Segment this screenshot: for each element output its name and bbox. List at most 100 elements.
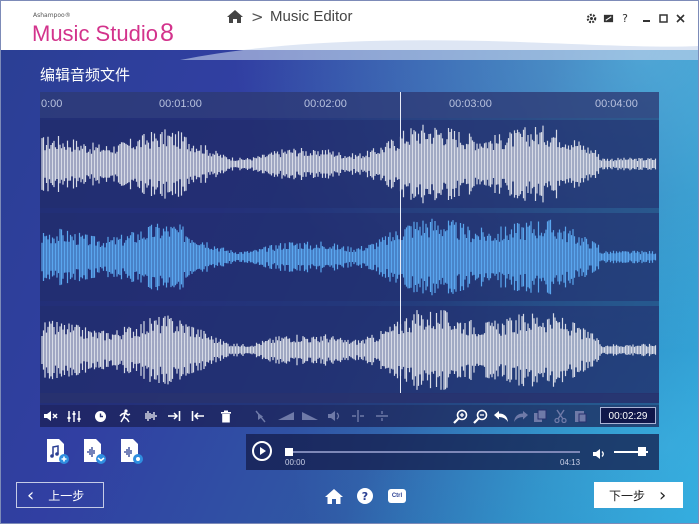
back-button-label: 上一步 bbox=[48, 488, 85, 503]
redo-button[interactable] bbox=[512, 405, 530, 427]
waveform-path bbox=[41, 124, 657, 204]
help-icon: ? bbox=[357, 488, 373, 504]
minimize-icon bbox=[642, 19, 650, 22]
app-logo: Music Studio8 bbox=[32, 19, 174, 48]
horizontal-scrollbar[interactable] bbox=[40, 393, 659, 403]
waveform-right-channel bbox=[41, 310, 657, 390]
fade-in-button[interactable] bbox=[276, 405, 296, 427]
home-icon bbox=[227, 10, 243, 23]
undo-icon bbox=[494, 410, 508, 422]
fade-out-icon bbox=[302, 412, 318, 420]
play-icon bbox=[260, 447, 266, 455]
zoom-in-button[interactable] bbox=[452, 405, 468, 427]
help-button[interactable]: ? bbox=[618, 11, 632, 25]
back-button[interactable]: ‹ 上一步 bbox=[16, 482, 104, 508]
timeline-tick-label: 0:00 bbox=[41, 98, 63, 110]
settings-button[interactable] bbox=[584, 11, 598, 25]
brand-company: Ashampoo® bbox=[33, 12, 71, 19]
cut-end-icon bbox=[168, 411, 181, 421]
timeline-ruler[interactable] bbox=[40, 92, 659, 118]
waveform-path bbox=[41, 310, 657, 390]
merge-file-icon bbox=[84, 439, 106, 464]
playback-progress-track[interactable] bbox=[285, 451, 580, 453]
cut-start-button[interactable] bbox=[190, 405, 206, 427]
volume-toggle[interactable] bbox=[592, 445, 607, 464]
keyboard-shortcuts-button[interactable]: Ctrl bbox=[387, 486, 407, 506]
timeline-tick-label: 00:03:00 bbox=[449, 98, 492, 110]
split-button[interactable] bbox=[350, 405, 366, 427]
playhead[interactable] bbox=[400, 92, 401, 393]
tempo-button[interactable] bbox=[116, 405, 132, 427]
maximize-icon bbox=[658, 13, 668, 23]
zoom-out-button[interactable] bbox=[472, 405, 488, 427]
copy-button[interactable] bbox=[532, 405, 548, 427]
redo-icon bbox=[514, 410, 528, 422]
split-icon bbox=[352, 410, 364, 422]
mute-dim-icon bbox=[254, 410, 266, 422]
export-file-icon bbox=[121, 439, 143, 464]
paste-icon bbox=[574, 411, 586, 423]
breadcrumb-home-button[interactable] bbox=[226, 9, 244, 28]
volume-slider-handle[interactable] bbox=[638, 447, 646, 456]
cut-icon bbox=[553, 409, 567, 423]
run-icon bbox=[118, 409, 130, 423]
chevron-left-icon: ‹ bbox=[27, 484, 35, 506]
play-button[interactable] bbox=[252, 441, 272, 461]
add-file-icon bbox=[47, 439, 69, 464]
equalizer-button[interactable] bbox=[66, 405, 82, 427]
waveform-left-channel bbox=[41, 124, 657, 204]
breadcrumb-title: Music Editor bbox=[270, 8, 353, 25]
volume-dim-icon bbox=[328, 411, 340, 421]
speaker-icon bbox=[593, 449, 604, 459]
waveform-path bbox=[41, 218, 657, 296]
mute-button[interactable] bbox=[42, 405, 60, 427]
minimize-button[interactable] bbox=[639, 11, 653, 25]
close-icon bbox=[675, 13, 685, 23]
undo-button[interactable] bbox=[492, 405, 510, 427]
delete-button[interactable] bbox=[218, 405, 234, 427]
fade-out-button[interactable] bbox=[300, 405, 320, 427]
ctrl-key-icon: Ctrl bbox=[388, 489, 406, 503]
cut-start-icon bbox=[191, 411, 204, 421]
noise-button[interactable] bbox=[142, 405, 158, 427]
join-button[interactable] bbox=[374, 405, 390, 427]
page-title: 编辑音频文件 bbox=[40, 66, 131, 84]
merge-file-button[interactable] bbox=[82, 438, 108, 466]
zoom-out-icon bbox=[472, 409, 487, 424]
copy-icon bbox=[534, 409, 547, 422]
silence-button[interactable] bbox=[252, 405, 268, 427]
skin-button[interactable] bbox=[601, 11, 615, 25]
footer-help-button[interactable]: ? bbox=[356, 486, 374, 506]
total-time: 04:13 bbox=[560, 458, 581, 467]
add-file-button[interactable] bbox=[45, 438, 71, 466]
time-icon bbox=[94, 410, 106, 422]
time-button[interactable] bbox=[92, 405, 108, 427]
paste-button[interactable] bbox=[572, 405, 588, 427]
timeline-tick-label: 00:01:00 bbox=[159, 98, 202, 110]
close-button[interactable] bbox=[673, 11, 687, 25]
export-file-button[interactable] bbox=[119, 438, 145, 466]
volume-button[interactable] bbox=[326, 405, 342, 427]
app-name: Music Studio bbox=[32, 21, 158, 46]
playback-progress-handle[interactable] bbox=[285, 448, 293, 456]
noise-icon bbox=[145, 411, 157, 421]
next-button-label: 下一步 bbox=[609, 488, 646, 503]
next-button[interactable]: 下一步 › bbox=[594, 482, 683, 508]
maximize-button[interactable] bbox=[656, 11, 670, 25]
equalizer-icon bbox=[67, 410, 81, 422]
waveform-mixed-channel bbox=[41, 218, 657, 296]
home-icon bbox=[325, 488, 343, 504]
music-editor-window: Ashampoo® Music Studio8 > Music Editor ?… bbox=[0, 0, 699, 524]
join-icon bbox=[376, 411, 388, 421]
chevron-right-icon: › bbox=[659, 484, 667, 506]
fade-in-icon bbox=[278, 412, 294, 420]
cut-end-button[interactable] bbox=[166, 405, 182, 427]
zoom-in-icon bbox=[452, 409, 467, 424]
app-version: 8 bbox=[159, 19, 174, 47]
cut-button[interactable] bbox=[552, 405, 568, 427]
delete-icon bbox=[221, 410, 231, 422]
position-time-display: 00:02:29 bbox=[600, 407, 656, 424]
timeline-tick-label: 00:04:00 bbox=[595, 98, 638, 110]
current-time: 00:00 bbox=[285, 458, 306, 467]
home-button[interactable] bbox=[323, 486, 345, 506]
